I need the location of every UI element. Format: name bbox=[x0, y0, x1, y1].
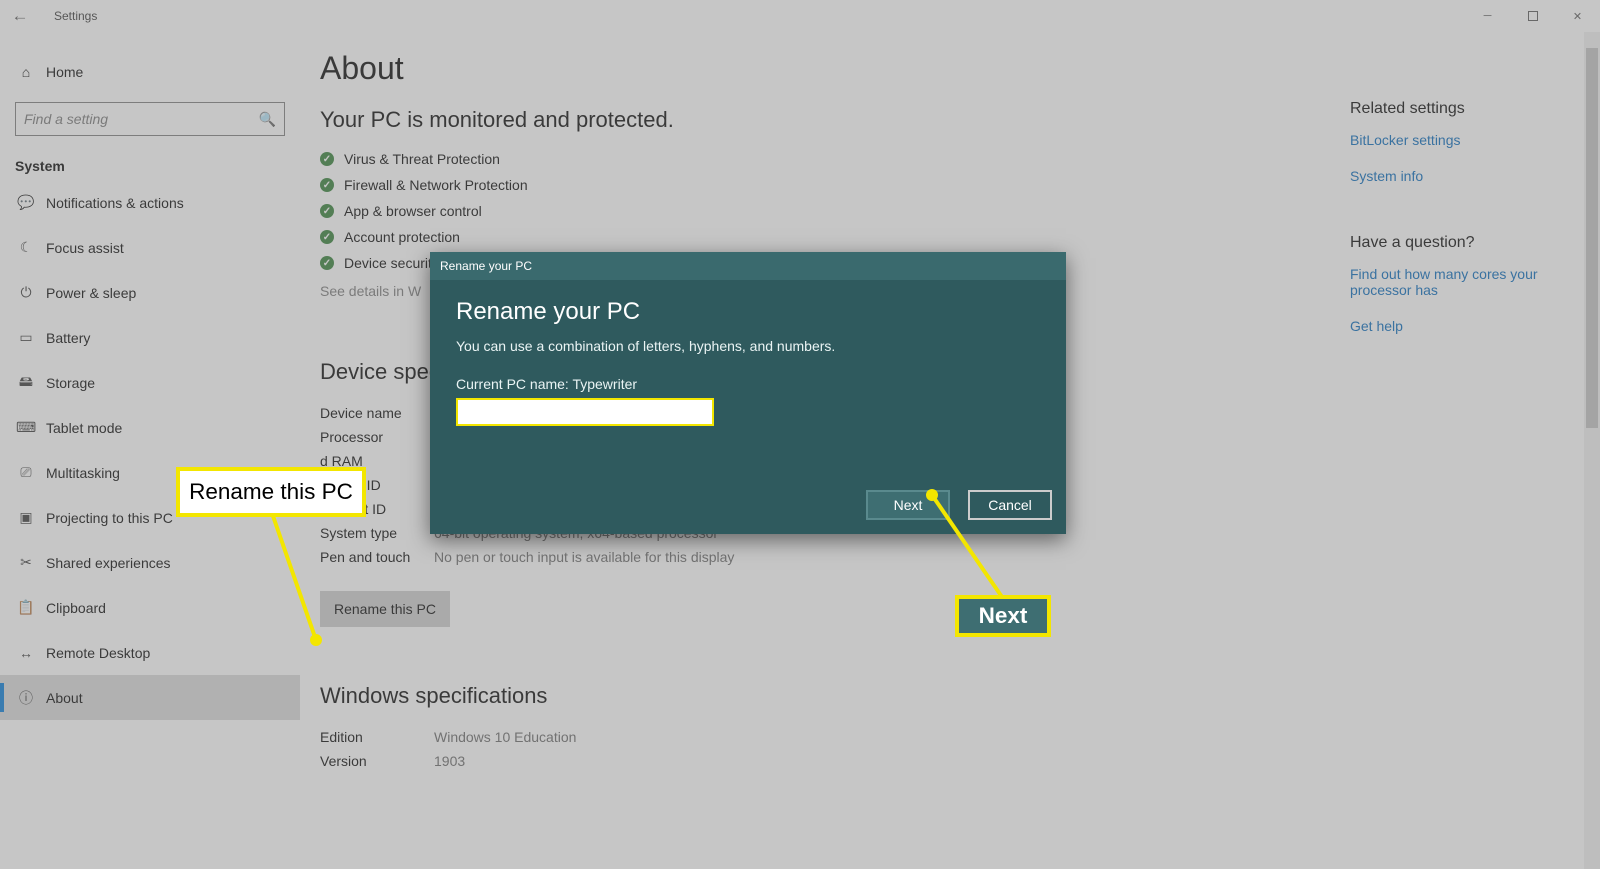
dialog-cancel-button[interactable]: Cancel bbox=[968, 490, 1052, 520]
app-root: ← Settings ─ ✕ ⌂ Home 🔍 System 💬Notifica… bbox=[0, 0, 1600, 869]
dialog-next-button[interactable]: Next bbox=[866, 490, 950, 520]
dialog-subtitle: You can use a combination of letters, hy… bbox=[456, 338, 1040, 354]
rename-pc-dialog: Rename your PC Rename your PC You can us… bbox=[430, 252, 1066, 534]
new-pc-name-input[interactable] bbox=[456, 398, 714, 426]
dialog-titlebar: Rename your PC bbox=[430, 252, 1066, 280]
callout-next: Next bbox=[955, 595, 1051, 637]
dialog-heading: Rename your PC bbox=[456, 298, 1040, 326]
callout-rename: Rename this PC bbox=[176, 467, 366, 517]
dialog-current-name: Current PC name: Typewriter bbox=[456, 376, 1040, 392]
